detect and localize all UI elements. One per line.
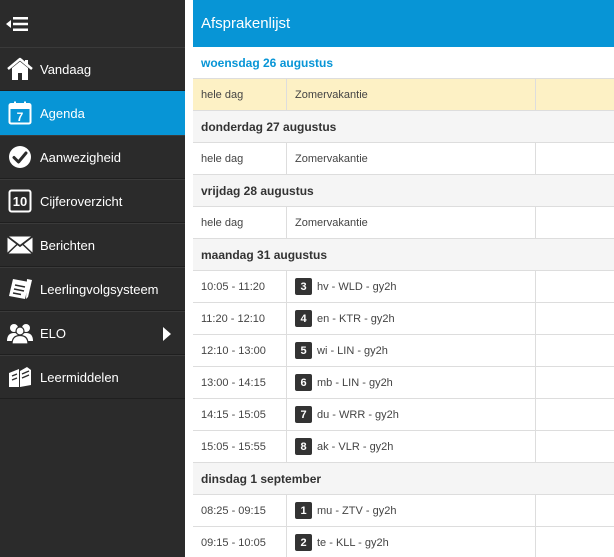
appointment-row[interactable]: 09:15 - 10:05 2 te - KLL - gy2h	[193, 527, 614, 557]
appointment-row[interactable]: hele dag Zomervakantie	[193, 143, 614, 175]
day-header: vrijdag 28 augustus	[193, 175, 614, 207]
appointment-time: hele dag	[193, 143, 287, 174]
sidebar-item-leermiddelen[interactable]: Leermiddelen	[0, 355, 185, 399]
appointment-description: 3 hv - WLD - gy2h	[287, 271, 536, 302]
sidebar-item-label: Leerlingvolgsysteem	[40, 281, 159, 297]
appointment-extra	[536, 207, 614, 238]
appointment-extra	[536, 399, 614, 430]
appointment-time: 12:10 - 13:00	[193, 335, 287, 366]
sidebar: Vandaag 7 Agenda Aanwezigheid 10 Cijfero…	[0, 0, 185, 557]
day-header: maandag 31 augustus	[193, 239, 614, 271]
hamburger-collapse-icon	[6, 16, 28, 32]
appointment-row[interactable]: hele dag Zomervakantie	[193, 207, 614, 239]
appointment-description: 8 ak - VLR - gy2h	[287, 431, 536, 462]
appointment-description: 2 te - KLL - gy2h	[287, 527, 536, 557]
day-header: woensdag 26 augustus	[193, 47, 614, 79]
checkmark-icon	[0, 135, 40, 179]
appointment-row[interactable]: 15:05 - 15:55 8 ak - VLR - gy2h	[193, 431, 614, 463]
sidebar-item-label: ELO	[40, 325, 67, 341]
appointment-description: Zomervakantie	[287, 79, 536, 110]
appointment-description: 1 mu - ZTV - gy2h	[287, 495, 536, 526]
notes-icon	[0, 267, 40, 311]
sidebar-item-elo[interactable]: ELO	[0, 311, 185, 355]
appointment-description: 7 du - WRR - gy2h	[287, 399, 536, 430]
calendar-icon-number: 7	[17, 110, 24, 124]
lesson-hour-badge: 5	[295, 342, 312, 359]
appointment-row[interactable]: 13:00 - 14:15 6 mb - LIN - gy2h	[193, 367, 614, 399]
lesson-label: te - KLL - gy2h	[317, 536, 389, 549]
sidebar-item-cijferoverzicht[interactable]: 10 Cijferoverzicht	[0, 179, 185, 223]
calendar-icon: 7	[0, 91, 40, 135]
grade-icon: 10	[0, 179, 40, 223]
lesson-hour-badge: 8	[295, 438, 312, 455]
envelope-icon	[0, 223, 40, 267]
appointment-extra	[536, 495, 614, 526]
page-title-bar: Afsprakenlijst	[193, 0, 614, 47]
appointment-extra	[536, 367, 614, 398]
sidebar-item-label: Agenda	[40, 105, 85, 121]
appointment-time: 14:15 - 15:05	[193, 399, 287, 430]
sidebar-item-label: Aanwezigheid	[40, 149, 121, 165]
appointment-row[interactable]: 10:05 - 11:20 3 hv - WLD - gy2h	[193, 271, 614, 303]
appointment-description: 4 en - KTR - gy2h	[287, 303, 536, 334]
books-icon	[0, 355, 40, 399]
lesson-label: hv - WLD - gy2h	[317, 280, 397, 293]
lesson-label: mb - LIN - gy2h	[317, 376, 393, 389]
day-header: donderdag 27 augustus	[193, 111, 614, 143]
lesson-hour-badge: 4	[295, 310, 312, 327]
lesson-label: du - WRR - gy2h	[317, 408, 399, 421]
appointment-time: 10:05 - 11:20	[193, 271, 287, 302]
appointment-time: 08:25 - 09:15	[193, 495, 287, 526]
menu-toggle-button[interactable]	[0, 0, 185, 47]
page-title: Afsprakenlijst	[201, 15, 291, 32]
sidebar-item-label: Vandaag	[40, 61, 92, 77]
appointment-description: Zomervakantie	[287, 207, 536, 238]
lesson-label: ak - VLR - gy2h	[317, 440, 394, 453]
appointment-description: Zomervakantie	[287, 143, 536, 174]
agenda-panel: Afsprakenlijst woensdag 26 augustus hele…	[193, 0, 614, 557]
day-header: dinsdag 1 september	[193, 463, 614, 495]
sidebar-item-agenda[interactable]: 7 Agenda	[0, 91, 185, 135]
users-icon	[0, 311, 40, 355]
sidebar-item-aanwezigheid[interactable]: Aanwezigheid	[0, 135, 185, 179]
appointment-description: 6 mb - LIN - gy2h	[287, 367, 536, 398]
appointment-extra	[536, 431, 614, 462]
appointment-extra	[536, 79, 614, 110]
lesson-hour-badge: 3	[295, 278, 312, 295]
lesson-label: en - KTR - gy2h	[317, 312, 395, 325]
sidebar-item-label: Leermiddelen	[40, 369, 119, 385]
appointment-extra	[536, 527, 614, 557]
appointment-description: 5 wi - LIN - gy2h	[287, 335, 536, 366]
appointment-row[interactable]: 11:20 - 12:10 4 en - KTR - gy2h	[193, 303, 614, 335]
grade-icon-number: 10	[13, 194, 27, 209]
appointment-extra	[536, 271, 614, 302]
appointment-time: hele dag	[193, 207, 287, 238]
sidebar-item-label: Berichten	[40, 237, 95, 253]
lesson-hour-badge: 2	[295, 534, 312, 551]
sidebar-item-leerlingvolgsysteem[interactable]: Leerlingvolgsysteem	[0, 267, 185, 311]
lesson-hour-badge: 1	[295, 502, 312, 519]
sidebar-item-berichten[interactable]: Berichten	[0, 223, 185, 267]
appointment-extra	[536, 335, 614, 366]
appointment-extra	[536, 143, 614, 174]
appointment-time: 11:20 - 12:10	[193, 303, 287, 334]
appointment-row[interactable]: 12:10 - 13:00 5 wi - LIN - gy2h	[193, 335, 614, 367]
appointment-time: 13:00 - 14:15	[193, 367, 287, 398]
sidebar-item-label: Cijferoverzicht	[40, 193, 123, 209]
appointment-row[interactable]: 14:15 - 15:05 7 du - WRR - gy2h	[193, 399, 614, 431]
appointment-row[interactable]: hele dag Zomervakantie	[193, 79, 614, 111]
sidebar-item-vandaag[interactable]: Vandaag	[0, 47, 185, 91]
appointment-time: 09:15 - 10:05	[193, 527, 287, 557]
lesson-hour-badge: 6	[295, 374, 312, 391]
chevron-right-icon	[163, 327, 171, 341]
lesson-hour-badge: 7	[295, 406, 312, 423]
lesson-label: mu - ZTV - gy2h	[317, 504, 397, 517]
appointment-time: 15:05 - 15:55	[193, 431, 287, 462]
appointment-row[interactable]: 08:25 - 09:15 1 mu - ZTV - gy2h	[193, 495, 614, 527]
appointment-time: hele dag	[193, 79, 287, 110]
appointment-extra	[536, 303, 614, 334]
home-icon	[0, 47, 40, 91]
lesson-label: wi - LIN - gy2h	[317, 344, 388, 357]
